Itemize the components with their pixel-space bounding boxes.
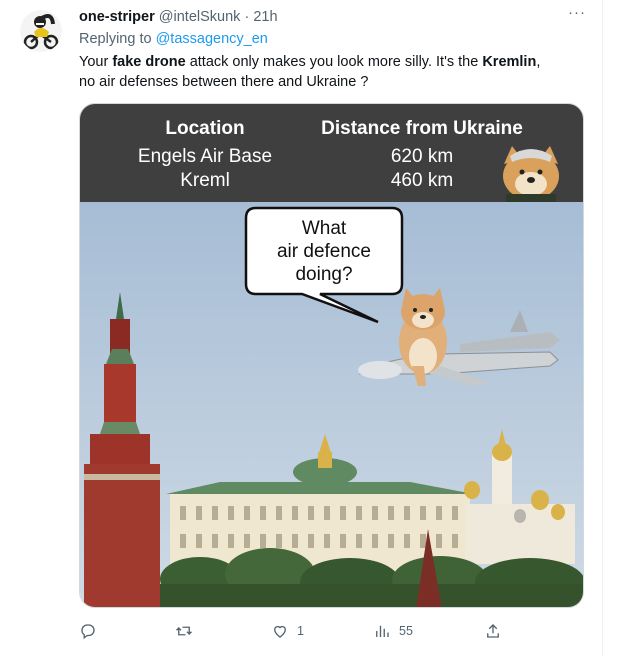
author-avatar[interactable] — [20, 10, 62, 52]
views-icon — [376, 625, 389, 637]
tweet-image[interactable]: Location Distance from Ukraine Engels Ai… — [79, 103, 584, 608]
views-button[interactable]: 55 — [373, 618, 413, 644]
meme-row-location: Kreml — [180, 170, 230, 191]
tweet-text-bold: Kremlin — [482, 54, 537, 70]
tweet-text: Your fake drone attack only makes you lo… — [79, 52, 589, 92]
replying-prefix: Replying to — [79, 31, 152, 47]
meme-row-location: Engels Air Base — [138, 146, 272, 167]
tweet-text-part: Your — [79, 54, 113, 70]
like-count: 1 — [297, 624, 304, 638]
tweet-text-part: , — [536, 54, 541, 70]
tweet-text-line2: no air defenses between there and Ukrain… — [79, 74, 369, 90]
tweet-actions: 1 55 — [79, 618, 589, 644]
replying-to: Replying to @tassagency_en — [79, 31, 268, 47]
replying-mention-link[interactable]: @tassagency_en — [156, 31, 268, 47]
bubble-line-2: air defence — [277, 241, 371, 262]
meme-header-distance: Distance from Ukraine — [321, 118, 523, 139]
retweet-icon — [176, 626, 192, 636]
reply-icon — [81, 624, 95, 640]
tweet-time[interactable]: 21h — [253, 9, 277, 25]
tweet-text-part: attack only makes you look more silly. I… — [185, 54, 483, 70]
retweet-button[interactable] — [175, 618, 193, 644]
views-count: 55 — [399, 624, 413, 638]
author-handle[interactable]: @intelSkunk — [159, 9, 241, 25]
like-button[interactable]: 1 — [271, 618, 304, 644]
share-button[interactable] — [484, 618, 502, 644]
meme-header-location: Location — [165, 118, 244, 139]
tweet[interactable]: one-striper @intelSkunk · 21h ··· Replyi… — [0, 0, 603, 656]
like-icon — [274, 625, 286, 638]
meme-row-distance: 460 km — [391, 170, 453, 191]
more-options-button[interactable]: ··· — [566, 4, 588, 26]
bubble-line-3: doing? — [295, 264, 352, 285]
author-name[interactable]: one-striper — [79, 9, 155, 25]
bubble-line-1: What — [302, 218, 347, 239]
tweet-text-bold: fake drone — [112, 54, 186, 70]
reply-button[interactable] — [79, 618, 97, 644]
tweet-header: one-striper @intelSkunk · 21h — [79, 9, 278, 25]
separator-dot: · — [244, 9, 250, 25]
meme-row-distance: 620 km — [391, 146, 453, 167]
share-icon — [487, 624, 499, 638]
